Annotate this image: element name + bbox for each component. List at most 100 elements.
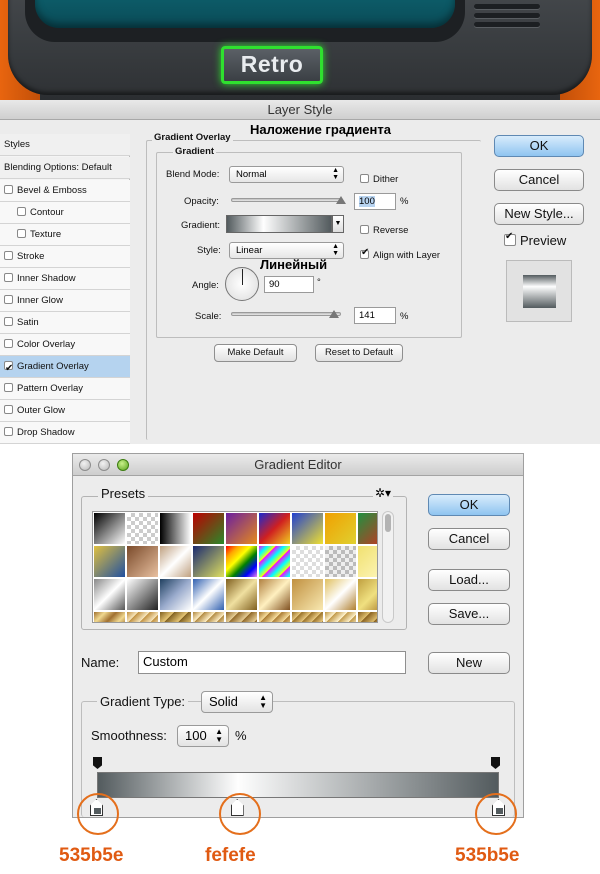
style-item[interactable]: Texture bbox=[0, 224, 130, 246]
style-item-checkbox[interactable] bbox=[4, 427, 13, 436]
preset-swatch[interactable] bbox=[325, 579, 356, 610]
preset-swatch[interactable] bbox=[292, 546, 323, 577]
preset-swatch[interactable] bbox=[127, 579, 158, 610]
scale-slider[interactable] bbox=[231, 312, 341, 316]
preset-swatch[interactable] bbox=[226, 513, 257, 544]
retro-button[interactable]: Retro bbox=[221, 46, 323, 84]
style-item-checkbox[interactable] bbox=[4, 383, 13, 392]
preset-swatch[interactable] bbox=[358, 579, 377, 610]
style-item[interactable]: Satin bbox=[0, 312, 130, 334]
angle-input[interactable]: 90 bbox=[264, 276, 314, 293]
make-default-button[interactable]: Make Default bbox=[214, 344, 297, 362]
preset-swatch[interactable] bbox=[160, 513, 191, 544]
close-window-icon[interactable] bbox=[79, 459, 91, 471]
preset-swatch[interactable] bbox=[94, 579, 125, 610]
preset-swatch[interactable] bbox=[259, 579, 290, 610]
preset-swatch[interactable] bbox=[325, 612, 356, 622]
style-item[interactable]: Inner Glow bbox=[0, 290, 130, 312]
align-with-layer-checkbox[interactable] bbox=[360, 247, 369, 259]
style-item-checkbox[interactable] bbox=[4, 185, 13, 194]
dither-option[interactable]: Dither bbox=[360, 169, 398, 187]
preset-swatch[interactable] bbox=[358, 513, 377, 544]
gradient-preview-swatch[interactable] bbox=[226, 215, 332, 233]
new-style-button[interactable]: New Style... bbox=[494, 203, 584, 225]
reset-to-default-button[interactable]: Reset to Default bbox=[315, 344, 403, 362]
preset-swatch[interactable] bbox=[325, 546, 356, 577]
ok-button[interactable]: OK bbox=[494, 135, 584, 157]
style-item[interactable]: Bevel & Emboss bbox=[0, 180, 130, 202]
smoothness-select[interactable]: 100 ▲ ▼ bbox=[177, 725, 229, 747]
preset-swatch[interactable] bbox=[160, 546, 191, 577]
cancel-button[interactable]: Cancel bbox=[494, 169, 584, 191]
preview-checkbox[interactable] bbox=[504, 231, 516, 246]
opacity-input[interactable]: 100 bbox=[354, 193, 396, 210]
presets-scrollbar[interactable] bbox=[382, 511, 394, 623]
dither-checkbox[interactable] bbox=[360, 174, 369, 183]
preset-swatch[interactable] bbox=[193, 513, 224, 544]
minimize-window-icon[interactable] bbox=[98, 459, 110, 471]
preset-swatch[interactable] bbox=[292, 612, 323, 622]
blend-mode-select[interactable]: Normal ▲ ▼ bbox=[229, 166, 344, 183]
reverse-checkbox[interactable] bbox=[360, 225, 369, 234]
style-item[interactable]: Color Overlay bbox=[0, 334, 130, 356]
style-item-checkbox[interactable] bbox=[4, 295, 13, 304]
angle-dial[interactable] bbox=[225, 267, 259, 301]
preset-swatch[interactable] bbox=[226, 546, 257, 577]
style-item-checkbox[interactable] bbox=[4, 358, 13, 380]
styles-header[interactable]: Styles bbox=[0, 134, 130, 156]
style-item-checkbox[interactable] bbox=[4, 405, 13, 414]
style-item-checkbox[interactable] bbox=[4, 273, 13, 282]
gradient-type-select[interactable]: Solid ▲ ▼ bbox=[201, 691, 273, 713]
style-item[interactable]: Contour bbox=[0, 202, 130, 224]
preset-swatch[interactable] bbox=[358, 612, 377, 622]
style-item[interactable]: Inner Shadow bbox=[0, 268, 130, 290]
preset-swatch[interactable] bbox=[259, 513, 290, 544]
preset-swatch[interactable] bbox=[193, 612, 224, 622]
opacity-slider-knob[interactable] bbox=[336, 196, 346, 204]
style-item-checkbox[interactable] bbox=[17, 229, 26, 238]
reverse-option[interactable]: Reverse bbox=[360, 220, 408, 238]
gradient-ramp[interactable] bbox=[97, 772, 499, 798]
preset-swatch[interactable] bbox=[292, 513, 323, 544]
style-item[interactable]: Pattern Overlay bbox=[0, 378, 130, 400]
preset-swatch[interactable] bbox=[193, 546, 224, 577]
name-input[interactable]: Custom bbox=[138, 651, 406, 674]
style-item[interactable]: Outer Glow bbox=[0, 400, 130, 422]
save-button[interactable]: Save... bbox=[428, 603, 510, 625]
preset-swatch[interactable] bbox=[226, 579, 257, 610]
style-item-checkbox[interactable] bbox=[4, 317, 13, 326]
preset-swatch[interactable] bbox=[160, 579, 191, 610]
style-item-checkbox[interactable] bbox=[4, 251, 13, 260]
preset-swatch[interactable] bbox=[226, 612, 257, 622]
preset-swatch[interactable] bbox=[160, 612, 191, 622]
preset-swatch[interactable] bbox=[292, 579, 323, 610]
preset-swatch[interactable] bbox=[127, 546, 158, 577]
preset-swatch[interactable] bbox=[193, 579, 224, 610]
preset-swatch[interactable] bbox=[259, 546, 290, 577]
preset-swatch[interactable] bbox=[325, 513, 356, 544]
style-item-checkbox[interactable] bbox=[4, 339, 13, 348]
preset-swatch[interactable] bbox=[127, 612, 158, 622]
scale-slider-knob[interactable] bbox=[328, 310, 339, 318]
style-item[interactable]: Stroke bbox=[0, 246, 130, 268]
preset-swatch[interactable] bbox=[127, 513, 158, 544]
new-button[interactable]: New bbox=[428, 652, 510, 674]
opacity-slider[interactable] bbox=[231, 198, 341, 202]
blending-options-item[interactable]: Blending Options: Default bbox=[0, 157, 130, 179]
preset-swatch[interactable] bbox=[259, 612, 290, 622]
preset-swatch[interactable] bbox=[358, 546, 377, 577]
zoom-window-icon[interactable] bbox=[117, 459, 129, 471]
align-with-layer-option[interactable]: Align with Layer bbox=[360, 245, 440, 263]
gear-icon[interactable]: ✲▾ bbox=[373, 486, 394, 500]
style-item[interactable]: Drop Shadow bbox=[0, 422, 130, 444]
preset-swatch[interactable] bbox=[94, 546, 125, 577]
preset-swatch[interactable] bbox=[94, 612, 125, 622]
load-button[interactable]: Load... bbox=[428, 569, 510, 591]
style-item[interactable]: Gradient Overlay bbox=[0, 356, 130, 380]
scrollbar-thumb[interactable] bbox=[385, 514, 391, 532]
gradient-dropdown-arrow-icon[interactable]: ▼ bbox=[332, 215, 344, 233]
preset-swatch[interactable] bbox=[94, 513, 125, 544]
scale-input[interactable]: 141 bbox=[354, 307, 396, 324]
cancel-button[interactable]: Cancel bbox=[428, 528, 510, 550]
style-item-checkbox[interactable] bbox=[17, 207, 26, 216]
